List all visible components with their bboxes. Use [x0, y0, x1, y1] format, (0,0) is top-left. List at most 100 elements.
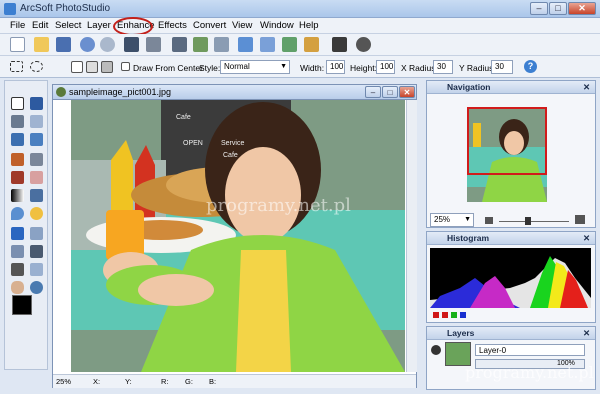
help-icon[interactable]: ?	[524, 60, 537, 73]
rectangle-tool-icon[interactable]	[30, 245, 43, 258]
save-icon[interactable]	[56, 37, 71, 52]
style-select[interactable]: Normal ▼	[220, 60, 290, 74]
brightness-sun-icon[interactable]	[30, 207, 43, 220]
style-value: Normal	[224, 62, 250, 71]
ellipse-select-icon[interactable]	[30, 61, 43, 72]
text-tool-icon[interactable]	[11, 227, 24, 240]
layers-close-icon[interactable]: ✕	[583, 328, 590, 339]
navigation-view-frame[interactable]	[467, 107, 547, 175]
menu-layer[interactable]: Layer	[87, 20, 111, 31]
enhance-icon[interactable]	[304, 37, 319, 52]
draw-from-center-checkbox[interactable]	[121, 62, 130, 71]
zoom-slider-track[interactable]	[499, 221, 569, 222]
print-icon[interactable]	[146, 37, 161, 52]
photo-canvas[interactable]: Cafe OPEN Service Cafe programy.net.pl	[71, 100, 405, 372]
eyedropper-icon[interactable]	[30, 153, 43, 166]
status-bar: 25% X: Y: R: G: B:	[53, 374, 416, 388]
new-selection-icon[interactable]	[71, 61, 83, 73]
paintbrush-icon[interactable]	[11, 153, 24, 166]
menu-window[interactable]: Window	[260, 20, 294, 31]
image-file-icon	[56, 87, 66, 97]
menu-help[interactable]: Help	[299, 20, 319, 31]
marquee-tool-icon[interactable]	[11, 97, 24, 110]
minimize-button[interactable]: –	[530, 2, 548, 15]
y-radius-field[interactable]: 30	[491, 60, 513, 74]
gradient-icon[interactable]	[11, 189, 24, 202]
red-channel-icon[interactable]	[433, 312, 439, 318]
photo-effect-icon[interactable]	[282, 37, 297, 52]
shape-tool-icon[interactable]	[11, 245, 24, 258]
acquire-icon[interactable]	[124, 37, 139, 52]
stamp-icon[interactable]	[11, 171, 24, 184]
menu-file[interactable]: File	[10, 20, 25, 31]
doc-close-button[interactable]: ✕	[399, 86, 415, 98]
maximize-button[interactable]: □	[549, 2, 567, 15]
sign-text-cafe: Cafe	[176, 114, 191, 121]
line-tool-icon[interactable]	[30, 227, 43, 240]
image-icon[interactable]	[238, 37, 253, 52]
menu-edit[interactable]: Edit	[32, 20, 48, 31]
subtract-selection-icon[interactable]	[101, 61, 113, 73]
layers-header: Layers ✕	[427, 327, 595, 340]
brush-tool-icon[interactable]	[30, 263, 43, 276]
doc-maximize-button[interactable]: □	[382, 86, 398, 98]
eraser-icon[interactable]	[30, 171, 43, 184]
menu-bar: File Edit Select Layer Enhance Effects C…	[0, 18, 600, 34]
landscape-icon[interactable]	[260, 37, 275, 52]
navigation-header: Navigation ✕	[427, 81, 595, 94]
menu-convert[interactable]: Convert	[193, 20, 226, 31]
add-selection-icon[interactable]	[86, 61, 98, 73]
paint-bucket-icon[interactable]	[30, 189, 43, 202]
eye-visibility-icon[interactable]	[431, 345, 441, 355]
transform-icon[interactable]	[30, 133, 43, 146]
close-button[interactable]: ✕	[568, 2, 596, 15]
copy-icon[interactable]	[193, 37, 208, 52]
x-radius-field[interactable]: 30	[433, 60, 453, 74]
histogram-close-icon[interactable]: ✕	[583, 233, 590, 244]
status-x: X:	[93, 377, 101, 386]
menu-view[interactable]: View	[232, 20, 252, 31]
blur-drop-icon[interactable]	[11, 207, 24, 220]
navigation-panel: Navigation ✕ 25% ▼	[426, 80, 596, 228]
histogram-curves	[430, 256, 591, 308]
undo-icon[interactable]	[80, 37, 95, 52]
open-folder-icon[interactable]	[34, 37, 49, 52]
foreground-color-swatch[interactable]	[12, 295, 32, 315]
pen-tool-icon[interactable]	[11, 263, 24, 276]
crop-icon[interactable]	[11, 133, 24, 146]
status-g: G:	[185, 377, 193, 386]
zoom-tool-icon[interactable]	[30, 281, 43, 294]
chevron-down-icon: ▼	[280, 63, 287, 70]
green-channel-icon[interactable]	[451, 312, 457, 318]
width-field[interactable]: 100	[326, 60, 345, 74]
window-title: ArcSoft PhotoStudio	[20, 3, 111, 14]
new-icon[interactable]	[10, 37, 25, 52]
layer-name-field[interactable]: Layer-0	[475, 344, 585, 356]
vertical-scrollbar[interactable]	[406, 100, 417, 372]
rect-select-icon[interactable]	[10, 61, 23, 72]
menu-select[interactable]: Select	[55, 20, 81, 31]
redo-icon[interactable]	[100, 37, 115, 52]
circle-icon[interactable]	[356, 37, 371, 52]
magic-wand-icon[interactable]	[30, 115, 43, 128]
navigation-title: Navigation	[447, 82, 491, 92]
height-field[interactable]: 100	[376, 60, 395, 74]
main-toolbar	[0, 34, 600, 56]
zoom-in-icon[interactable]	[575, 215, 585, 224]
crop-tool-icon[interactable]	[172, 37, 187, 52]
navigation-close-icon[interactable]: ✕	[583, 82, 590, 93]
lasso-tool-icon[interactable]	[11, 115, 24, 128]
doc-minimize-button[interactable]: –	[365, 86, 381, 98]
blue-channel-icon[interactable]	[460, 312, 466, 318]
hand-tool-icon[interactable]	[11, 281, 24, 294]
move-tool-icon[interactable]	[30, 97, 43, 110]
zoom-slider-thumb[interactable]	[525, 217, 531, 225]
calendar-icon[interactable]	[332, 37, 347, 52]
navigation-zoom-value: 25%	[434, 215, 451, 224]
red-channel-icon-2[interactable]	[442, 312, 448, 318]
menu-effects[interactable]: Effects	[158, 20, 187, 31]
navigation-zoom-select[interactable]: 25% ▼	[430, 213, 474, 227]
paste-icon[interactable]	[214, 37, 229, 52]
watermark-text: programy.net.pl	[206, 195, 351, 216]
zoom-out-icon[interactable]	[485, 217, 493, 224]
